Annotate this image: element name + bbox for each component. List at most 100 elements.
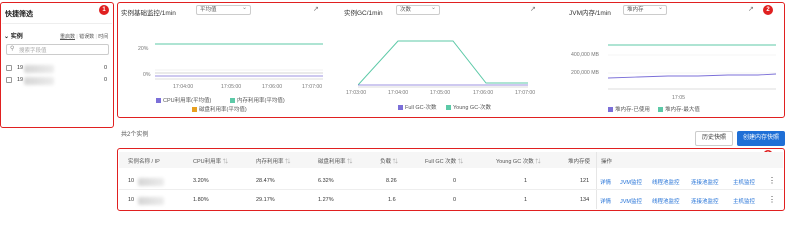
blurred-value — [24, 77, 54, 85]
section-toggle[interactable]: ⌄ 实例 — [4, 31, 23, 40]
col-young-gc[interactable]: Young GC 次数 ⇅ — [496, 157, 541, 165]
jvm-memory-select[interactable]: 堆内存 — [623, 4, 667, 15]
search-icon: ⚲ — [10, 46, 15, 52]
aggregation-select[interactable]: 平均值 — [196, 4, 251, 15]
link-errors[interactable]: 错误数 — [79, 34, 94, 40]
col-label: 磁盘利用率 — [318, 159, 346, 165]
legend-full-gc[interactable]: Full GC-次数 — [398, 103, 436, 111]
x-tick: 17:05 — [672, 95, 685, 101]
legend-disk[interactable]: 磁盘利用率(平均值) — [192, 105, 247, 113]
col-label: 内存利用率 — [256, 159, 284, 165]
row-divider — [119, 189, 783, 190]
sort-icon: ⇅ — [535, 159, 541, 165]
cell-full-gc: 0 — [453, 197, 457, 203]
sort-icon: ⇅ — [222, 159, 229, 165]
action-threadpool-monitor[interactable]: 线程池监控 — [652, 197, 680, 205]
item-checkbox[interactable] — [6, 77, 12, 83]
chart-title-jvm: JVM内存/1min — [569, 10, 611, 17]
search-placeholder: 搜索字段值 — [19, 48, 47, 54]
cell-heap: 134 — [580, 197, 590, 203]
annotation-badge-2: 2 — [763, 5, 773, 15]
gc-metric-select[interactable]: 次数 — [396, 4, 440, 15]
legend-swatch — [156, 98, 161, 104]
cell-memory: 28.47% — [256, 178, 275, 184]
legend-young-gc[interactable]: Young GC-次数 — [446, 103, 491, 111]
chart-line-icon[interactable]: ↗ — [748, 5, 754, 13]
x-tick: 17:07:00 — [515, 90, 536, 96]
chart-gc-plot — [358, 40, 528, 88]
action-threadpool-monitor[interactable]: 线程池监控 — [652, 178, 680, 186]
legend-label: 磁盘利用率(平均值) — [199, 107, 247, 113]
legend-swatch — [230, 98, 235, 104]
cell-load: 8.26 — [386, 178, 397, 184]
action-details[interactable]: 详情 — [600, 178, 611, 186]
col-label: 负载 — [380, 159, 392, 165]
create-memory-snapshot-button[interactable]: 创建内存快照 — [737, 131, 785, 146]
more-icon[interactable]: ⋮ — [768, 195, 776, 204]
legend-label: CPU利用率(平均值) — [163, 98, 212, 104]
x-tick: 17:04:00 — [173, 84, 194, 90]
action-host-monitor[interactable]: 主机监控 — [733, 178, 755, 186]
legend-label: 内存利用率(平均值) — [237, 98, 285, 104]
item-count: 0 — [104, 77, 108, 83]
col-memory[interactable]: 内存利用率 ⇅ — [256, 157, 291, 165]
legend-heap-used[interactable]: 堆内存-已使用 — [608, 105, 650, 113]
cell-disk: 1.27% — [318, 197, 334, 203]
col-disk[interactable]: 磁盘利用率 ⇅ — [318, 157, 353, 165]
instance-ip[interactable]: 10 — [128, 178, 134, 184]
search-input[interactable]: ⚲ 搜索字段值 — [6, 44, 109, 55]
section-label: 实例 — [10, 34, 23, 40]
blurred-ip — [138, 197, 164, 205]
col-full-gc[interactable]: Full GC 次数 ⇅ — [425, 157, 463, 165]
chart-jvm-plot — [608, 44, 777, 90]
section-links: 重启数 | 错误数 | 时间 — [60, 34, 109, 40]
legend-swatch — [658, 107, 663, 113]
action-jvm-monitor[interactable]: JVM监控 — [620, 197, 642, 205]
sort-icon: ⇅ — [392, 159, 399, 165]
x-tick: 17:05:00 — [221, 84, 242, 90]
link-time[interactable]: 时间 — [98, 34, 108, 40]
young-gc-series-line — [358, 40, 528, 86]
action-host-monitor[interactable]: 主机监控 — [733, 197, 755, 205]
action-jvm-monitor[interactable]: JVM监控 — [620, 178, 642, 186]
instance-ip[interactable]: 10 — [128, 197, 134, 203]
link-restarts[interactable]: 重启数 — [60, 34, 75, 40]
legend-cpu[interactable]: CPU利用率(平均值) — [156, 96, 211, 104]
legend-label: Full GC-次数 — [405, 105, 437, 111]
blurred-ip — [138, 178, 164, 186]
chart-line-icon[interactable]: ↗ — [530, 5, 536, 13]
col-heap[interactable]: 堆内存使 — [568, 157, 590, 165]
action-details[interactable]: 详情 — [600, 197, 611, 205]
col-load[interactable]: 负载 ⇅ — [380, 157, 398, 165]
legend-label: 堆内存-已使用 — [615, 107, 650, 113]
col-label: Full GC 次数 — [425, 159, 457, 165]
item-checkbox[interactable] — [6, 65, 12, 71]
legend-mem[interactable]: 内存利用率(平均值) — [230, 96, 285, 104]
cell-full-gc: 0 — [453, 178, 457, 184]
x-tick: 17:07:00 — [302, 84, 323, 90]
action-connpool-monitor[interactable]: 连接池监控 — [691, 197, 719, 205]
legend-label: Young GC-次数 — [453, 105, 492, 111]
history-snapshot-button[interactable]: 历史快照 — [695, 131, 733, 146]
cell-cpu: 3.20% — [193, 178, 209, 184]
col-label: Young GC 次数 — [496, 159, 534, 165]
x-tick: 17:06:00 — [262, 84, 283, 90]
sidebar-divider — [2, 23, 112, 24]
y-tick: 20% — [138, 46, 149, 52]
cell-young-gc: 1 — [524, 197, 528, 203]
item-count: 0 — [104, 65, 108, 71]
col-cpu[interactable]: CPU利用率 ⇅ — [193, 157, 228, 165]
col-label: CPU利用率 — [193, 159, 222, 165]
cell-disk: 6.32% — [318, 178, 334, 184]
col-instance[interactable]: 实例名称 / IP — [128, 157, 160, 165]
x-tick: 17:05:00 — [430, 90, 451, 96]
action-connpool-monitor[interactable]: 连接池监控 — [691, 178, 719, 186]
x-tick: 17:04:00 — [388, 90, 409, 96]
more-icon[interactable]: ⋮ — [768, 176, 776, 185]
legend-heap-max[interactable]: 堆内存-最大值 — [658, 105, 700, 113]
legend-swatch — [446, 105, 451, 111]
item-prefix: 19 — [17, 65, 24, 71]
actions-column-shadow — [596, 152, 597, 209]
chevron-down-icon: ⌄ — [4, 34, 10, 40]
chart-line-icon[interactable]: ↗ — [313, 5, 319, 13]
